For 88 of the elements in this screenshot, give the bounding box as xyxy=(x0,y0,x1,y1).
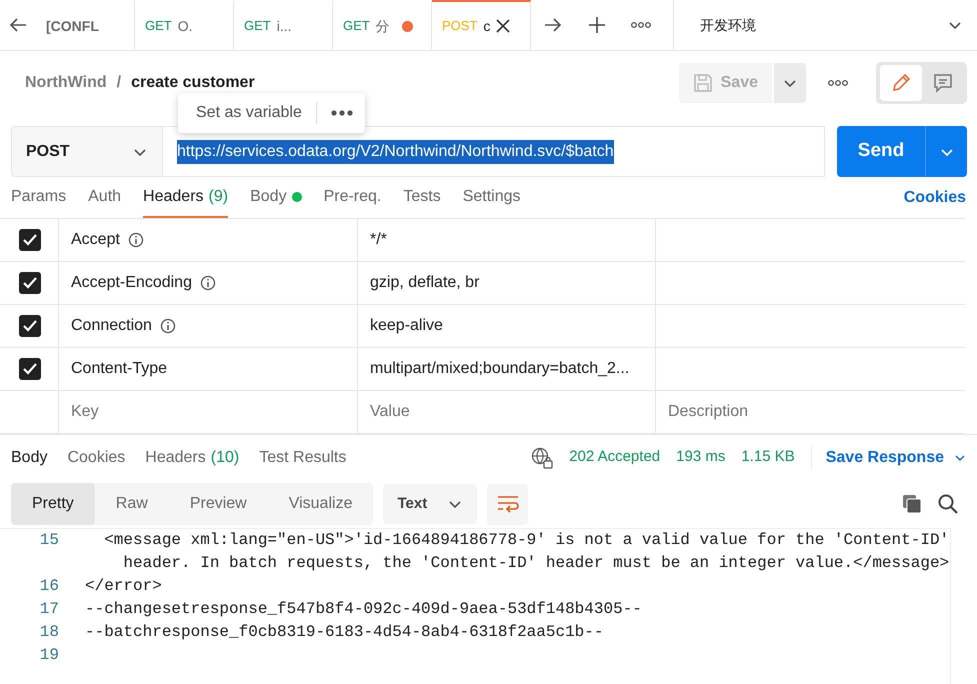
header-key: Connection xyxy=(71,314,152,338)
tab-title: 分 xyxy=(376,16,390,36)
checkmark-icon xyxy=(23,234,37,246)
comment-icon xyxy=(933,73,953,93)
back-arrow-icon xyxy=(9,18,27,32)
tab-title: O. xyxy=(178,16,193,36)
code-line: </error> xyxy=(84,576,162,597)
request-tab[interactable]: Params xyxy=(11,177,66,218)
pencil-icon xyxy=(891,73,911,93)
view-mode-tab[interactable]: Pretty xyxy=(11,483,95,525)
plus-icon xyxy=(589,17,605,33)
request-tab[interactable]: Settings xyxy=(462,177,521,218)
checkbox[interactable] xyxy=(19,229,41,251)
checkbox[interactable] xyxy=(19,358,41,380)
tab-title: i... xyxy=(276,16,292,36)
wrap-lines-icon xyxy=(496,495,519,513)
header-value: */* xyxy=(370,230,387,250)
close-icon[interactable] xyxy=(496,19,510,33)
header-value: multipart/mixed;boundary=batch_2... xyxy=(370,359,630,379)
key-field[interactable]: Key xyxy=(59,391,357,433)
code-line: --changesetresponse_f547b8f4-092c-409d-9aea-53df148b4305-- xyxy=(84,599,642,620)
view-mode-tab[interactable]: Raw xyxy=(94,483,169,525)
header-value: gzip, deflate, br xyxy=(370,273,480,293)
view-mode-tab[interactable]: Preview xyxy=(168,483,268,525)
more-icon xyxy=(330,110,353,116)
request-tab[interactable]: Auth xyxy=(88,177,122,218)
url-field[interactable]: https://services.odata.org/V2/Northwind/Northwind.svc/$batch xyxy=(162,126,825,177)
more-icon xyxy=(631,22,651,28)
save-button: Save xyxy=(678,63,772,103)
request-tab[interactable]: Tests xyxy=(403,177,441,218)
request-tab[interactable]: Body xyxy=(250,177,302,218)
header-value: keep-alive xyxy=(370,316,443,336)
line-number: 17 xyxy=(38,599,59,620)
more-icon xyxy=(828,80,848,86)
checkbox[interactable] xyxy=(19,272,41,294)
header-key: Content-Type xyxy=(71,357,168,381)
code-line: <message xml:lang="en-US">'id-1664894186778-9' is not a valid value for the 'Content-ID' xyxy=(103,530,950,551)
description-field[interactable]: Description xyxy=(656,391,965,433)
environment-dropdown[interactable]: 开发环境 xyxy=(673,0,977,50)
format-dropdown[interactable]: Text xyxy=(383,484,478,524)
method-label: GET xyxy=(244,17,271,36)
cookies-link[interactable]: Cookies xyxy=(904,177,966,218)
request-name: create customer xyxy=(131,73,255,93)
globe-lock-icon xyxy=(531,446,554,468)
save-icon xyxy=(692,73,713,93)
line-number: 15 xyxy=(38,530,59,551)
checkbox[interactable] xyxy=(19,315,41,337)
edit-button[interactable] xyxy=(880,65,922,101)
request-tab[interactable]: POST c xyxy=(432,0,531,50)
tab-title: c xyxy=(483,16,490,36)
checkmark-icon xyxy=(23,363,37,375)
request-tab[interactable]: Headers (9) xyxy=(143,177,228,218)
popup-more-button[interactable] xyxy=(330,110,353,116)
search-button[interactable] xyxy=(938,494,958,514)
tab-title: [CONFL xyxy=(46,16,99,36)
response-time: 193 ms xyxy=(676,447,726,468)
save-response-button[interactable]: Save Response xyxy=(810,446,966,470)
checkmark-icon xyxy=(23,277,37,289)
search-icon xyxy=(938,494,958,514)
response-tab[interactable]: Body xyxy=(11,446,48,470)
collection-link[interactable]: NorthWind xyxy=(25,71,107,95)
set-variable-button[interactable]: Set as variable xyxy=(196,101,302,125)
method-label: POST xyxy=(442,17,478,36)
method-dropdown[interactable]: POST xyxy=(11,126,162,177)
line-number: 18 xyxy=(38,622,59,643)
method-label: GET xyxy=(343,17,370,36)
response-tab[interactable]: Headers (10) xyxy=(145,446,240,470)
method-label: GET xyxy=(145,17,172,36)
value-field[interactable]: Value xyxy=(358,391,655,433)
response-tab[interactable]: Cookies xyxy=(67,446,126,470)
copy-icon xyxy=(902,494,922,514)
copy-button[interactable] xyxy=(902,494,922,514)
send-button[interactable]: Send xyxy=(837,126,925,177)
status-code: 202 Accepted xyxy=(569,447,660,468)
checkmark-icon xyxy=(23,320,37,332)
view-mode-tab[interactable]: Visualize xyxy=(268,483,374,525)
request-tab[interactable]: Pre-req. xyxy=(324,177,382,218)
wrap-lines-button[interactable] xyxy=(487,484,528,524)
header-key: Accept xyxy=(71,228,120,252)
header-key: Accept-Encoding xyxy=(71,271,192,295)
line-number: 16 xyxy=(38,576,59,597)
response-tab[interactable]: Test Results xyxy=(259,446,346,470)
line-number: 19 xyxy=(38,645,59,666)
forward-arrow-icon xyxy=(544,18,562,32)
breadcrumb-separator: / xyxy=(116,73,122,93)
code-line: header. In batch requests, the 'Content-ID' header must be an integer value.</message> xyxy=(122,553,950,574)
code-line: --batchresponse_f0cb8319-6183-4d54-8ab4-6318f2aa5c1b-- xyxy=(84,622,604,643)
response-size: 1.15 KB xyxy=(741,447,795,468)
